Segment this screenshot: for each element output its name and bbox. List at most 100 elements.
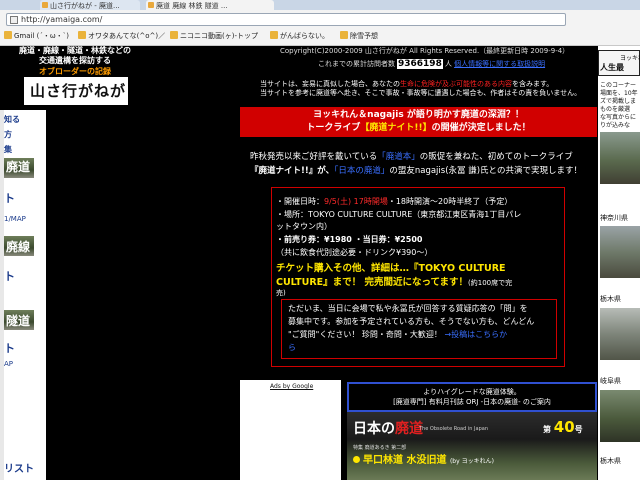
privacy-link[interactable]: 個人情報等に関する取扱説明 <box>454 60 545 68</box>
cta-text[interactable]: CULTURE』まで！ 完売間近になってます！ <box>276 277 468 288</box>
banner-line-1: ヨッキれん＆nagajis が語り明かす廃道の深淵？！ <box>313 110 524 120</box>
banner-text: の開催が決定しました！ <box>431 123 531 133</box>
right-column: ヨッキれ 人生最 このコーナー 場面を、10年 ズで掲載しま ものを厳選 な写真… <box>598 46 640 480</box>
cta-line-1[interactable]: チケット購入その他、詳細は…『TOKYO CULTURE <box>276 260 506 274</box>
nav-item[interactable]: ト <box>4 268 15 284</box>
page-icon <box>10 16 18 24</box>
tagline-2: 交通遺構を探訪する <box>39 56 111 65</box>
browser-chrome: 山さ行がねが - 廃道... 廃道 廃線 林鉄 隧道 ... http://ya… <box>0 0 640 46</box>
issue-suffix: 号 <box>574 425 583 434</box>
promo-line-2: [廃道専門] 有料月刊誌 ORJ -日本の廃道- のご案内 <box>393 398 551 406</box>
favicon-icon <box>42 2 48 8</box>
nav-item-zuido[interactable]: 隧道 <box>6 312 30 329</box>
book-link[interactable]: 「廃道本」 <box>377 152 420 162</box>
photo-caption: 栃木県 <box>600 457 621 465</box>
magazine-title-a: 日本の <box>353 421 395 437</box>
counter-suffix: 人 <box>444 60 452 68</box>
cta-note: (約100席で完 <box>468 279 513 287</box>
nav-item[interactable]: 知る <box>4 114 20 125</box>
url-field[interactable]: http://yamaiga.com/ <box>6 13 566 26</box>
bookmark-icon <box>78 31 86 39</box>
event-banner: ヨッキれん＆nagajis が語り明かす廃道の深淵？！ トークライブ【廃道ナイト… <box>240 107 597 137</box>
feature-title: 早口林道 水没旧道 <box>363 455 447 466</box>
cta-line-2: CULTURE』まで！ 完売間近になってます！(約100席で完 <box>276 274 512 288</box>
photo-thumbnail[interactable] <box>600 308 640 360</box>
warning-text: を含みます。 <box>512 80 554 88</box>
intro-text: 昨秋発売以来ご好評を戴いている「廃道本」の販促を兼ねた、初めてのトークライブ 『… <box>250 150 594 178</box>
site-logo[interactable]: 山さ行がねが <box>24 77 128 105</box>
question-text: ただいま、当日に会場で私や永冨氏が回答する質疑応答の「問」を <box>288 304 528 313</box>
event-place-2: ットタウン内） <box>276 222 332 231</box>
bookmark-icon <box>4 31 12 39</box>
ads-label[interactable]: Ads by Google <box>270 383 313 390</box>
nav-item[interactable]: ト <box>4 340 15 356</box>
question-box: ただいま、当日に会場で私や永冨氏が回答する質疑応答の「問」を 募集中です。参加を… <box>281 299 557 359</box>
cta-note-2: 売) <box>276 289 286 297</box>
web-page: 廃道・廃線・隧道・林鉄などの 交通遺構を探訪する オブローダーの記録 山さ行がね… <box>0 46 640 480</box>
nav-item[interactable]: リスト <box>4 460 34 475</box>
warning-2: 当サイトを参考に廃道等へ赴き、そこで事故・事故等に遭遇した場合も、作者はその責を… <box>260 89 582 97</box>
banner-text: トークライブ <box>306 123 361 133</box>
photo-thumbnail[interactable] <box>600 390 640 442</box>
orj-promo[interactable]: よりハイグレードな廃道体験。 [廃道専門] 有料月刊誌 ORJ -日本の廃道- … <box>347 382 597 412</box>
right-header-2: 人生最 <box>600 63 624 72</box>
nav-item[interactable]: ト <box>4 190 15 206</box>
photo-caption: 神奈川県 <box>600 214 628 222</box>
date-label: ・開催日時： <box>276 197 324 206</box>
submit-question-link-2[interactable]: ら <box>288 341 550 354</box>
photo-thumbnail[interactable] <box>600 132 640 184</box>
intro-part: の盟友nagajis(永冨 謙)氏との共演で実現します！ <box>389 166 582 176</box>
warning-text: 当サイトは、妄易に真似した場合、あなたの <box>260 80 400 88</box>
tagline-3: オブローダーの記録 <box>39 67 111 76</box>
browser-tab-active[interactable]: 廃道 廃線 林鉄 隧道 ... <box>146 0 274 10</box>
event-date: ・開催日時：9/5(土) 17時開場・18時開演〜20時半終了（予定） <box>276 196 512 207</box>
left-nav: 知る 方 集 廃道 ト 1/MAP 廃線 ト 隧道 ト AP リスト <box>0 110 46 480</box>
intro-part: 『廃道ナイト!!』が、 <box>250 166 335 176</box>
magazine-banner[interactable]: 日本の廃道 The Obsolete Road in Japan 第 40号 特… <box>347 412 597 480</box>
book-link-2[interactable]: 「日本の廃道」 <box>334 166 389 176</box>
promo-line-1: よりハイグレードな廃道体験。 <box>423 388 521 396</box>
date-value: 9/5(土) 17時開場 <box>324 197 388 206</box>
magazine-special: 特集 廃道あるき 第二部 <box>353 445 407 451</box>
ticket-note: （共に飲食代別途必要・ドリンク¥390〜） <box>276 248 433 257</box>
issue-prefix: 第 <box>543 425 551 434</box>
visitor-counter: 9366198 <box>397 59 443 69</box>
bookmark-item[interactable]: ニコニコ動画(ヶ)-トップ <box>170 31 258 41</box>
address-bar: http://yamaiga.com/ <box>0 10 640 28</box>
feature-author: (by ヨッキれん) <box>449 458 494 465</box>
tagline-1: 廃道・廃線・隧道・林鉄などの <box>19 46 131 55</box>
browser-tab[interactable]: 山さ行がねが - 廃道... <box>40 0 140 10</box>
nav-item[interactable]: 方 <box>4 129 12 140</box>
banner-line-2: トークライブ【廃道ナイト!!】の開催が決定しました！ <box>240 122 597 135</box>
banner-highlight: 【廃道ナイト!!】 <box>360 123 432 133</box>
right-header: ヨッキれ <box>620 55 640 62</box>
magazine-issue: 第 40号 <box>543 418 583 436</box>
intro-part: の販促を兼ねた、初めてのトークライブ <box>419 152 573 162</box>
bookmark-item[interactable]: がんばらない。 <box>270 31 329 41</box>
favicon-icon <box>148 2 154 8</box>
photo-caption: 栃木県 <box>600 295 621 303</box>
bookmarks-bar: Gmail (´・ω・`) オワタあんてな(^o^)／ ニコニコ動画(ヶ)-トッ… <box>0 28 640 46</box>
bookmark-item[interactable]: Gmail (´・ω・`) <box>4 31 69 41</box>
bookmark-item[interactable]: 除雪予想 <box>340 31 378 41</box>
warning-emphasis: 生命に危険が及ぶ可能性のある内容 <box>400 80 512 88</box>
nav-item-haisen[interactable]: 廃線 <box>6 238 30 255</box>
bookmark-item[interactable]: オワタあんてな(^o^)／ <box>78 31 165 41</box>
submit-question-link[interactable]: →投稿はこちらか <box>444 330 507 339</box>
nav-item[interactable]: 集 <box>4 144 12 155</box>
right-desc: りが込みな <box>600 122 631 129</box>
bookmark-icon <box>170 31 178 39</box>
nav-item-haido[interactable]: 廃道 <box>6 158 30 175</box>
logo-text: 山さ行がねが <box>30 82 127 100</box>
magazine-feature: 早口林道 水没旧道 (by ヨッキれん) <box>353 451 494 466</box>
question-text: "ご質問"ください！ 珍問・奇問・大歓迎！ →投稿はこちらか <box>288 328 550 341</box>
main-content: Copyright(C)2000-2009 山さ行がねが All Rights … <box>240 46 597 480</box>
tab-label: 山さ行がねが - 廃道... <box>50 2 120 10</box>
nav-item[interactable]: 1/MAP <box>4 215 26 223</box>
nav-item[interactable]: AP <box>4 360 13 368</box>
photo-thumbnail[interactable] <box>600 226 640 278</box>
tab-label: 廃道 廃線 林鉄 隧道 ... <box>156 2 228 10</box>
bookmark-icon <box>270 31 278 39</box>
issue-number: 40 <box>553 418 575 436</box>
copyright: Copyright(C)2000-2009 山さ行がねが All Rights … <box>280 47 570 55</box>
